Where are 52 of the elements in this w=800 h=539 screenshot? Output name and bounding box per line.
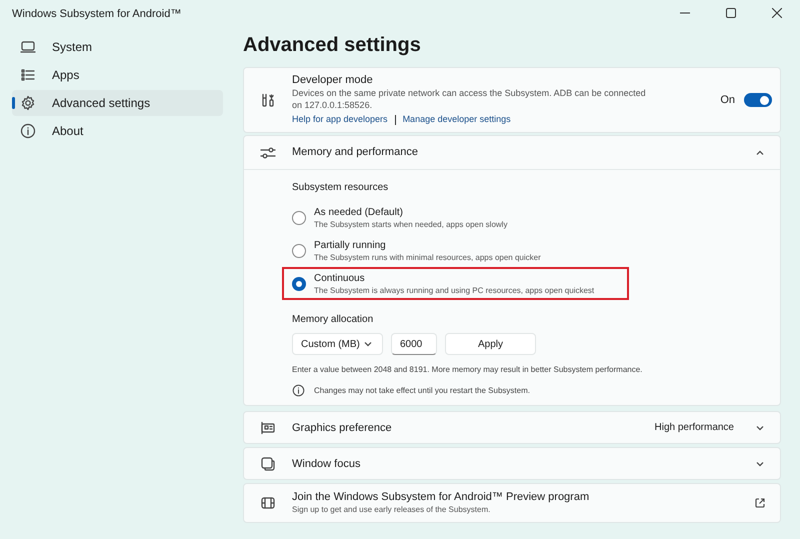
note-text: Changes may not take effect until you restart the Subsystem. [314,384,530,396]
row-title: Window focus [292,456,360,470]
section-label: Subsystem resources [292,181,390,195]
info-icon [292,384,305,397]
page-title: Advanced settings [243,33,422,58]
row-title: Graphics preference [292,420,392,434]
selection-indicator [12,97,15,109]
sidebar-item[interactable]: System [12,34,223,60]
stacked-windows-icon [260,456,276,472]
toggle-label: On [720,92,735,108]
row-title: Join the Windows Subsystem for Android™ Preview program [292,490,590,504]
laptop-icon [20,39,36,55]
radio-button[interactable] [292,244,306,258]
film-icon [260,495,276,511]
option-description: The Subsystem is always running and using PC resources, apps open quickest [314,284,594,296]
input-field[interactable]: 6000 [391,333,437,355]
external-link-icon[interactable] [754,497,766,509]
info-icon [20,123,36,139]
card-description: Devices on the same private network can access the Subsystem. ADB can be connected on 127.0.0.1:58526. [292,87,647,112]
link[interactable]: Help for app developers [292,113,388,127]
dropdown[interactable]: Custom (MB) [292,333,383,355]
option-label: Partially running [314,238,387,252]
radio-button[interactable] [292,210,306,224]
expander-header[interactable]: Memory and performance [244,136,780,170]
radio-button[interactable] [292,276,306,290]
graphics-card-icon [260,420,276,436]
hint-text: Enter a value between 2048 and 8191. More memory may result in better Subsystem performance. [292,364,644,376]
close-icon [772,8,782,18]
row-value: High performance [654,421,734,435]
link[interactable]: Manage developer settings [402,113,511,127]
settings-icon [20,95,36,111]
option-label: As needed (Default) [314,206,404,218]
settings-row[interactable]: Window focus [243,447,781,480]
tools-icon [260,92,276,108]
section-label: Memory allocation [292,313,374,327]
row-description: Sign up to get and use early releases of the Subsystem. [292,504,492,516]
settings-row[interactable]: Join the Windows Subsystem for Android™ Preview program Sign up to get and use early releases of the Subsystem. [243,483,781,523]
list-icon [20,67,36,83]
option-label: Continuous [314,272,366,284]
toggle-switch[interactable] [744,93,772,107]
apply-button[interactable]: Apply [445,333,536,355]
link-separator [394,115,396,125]
sidebar-item[interactable]: About [12,118,223,144]
sidebar-item[interactable]: Advanced settings [12,90,223,116]
option-description: The Subsystem starts when needed, apps open slowly [314,218,508,230]
settings-row[interactable]: Graphics preference High performance [243,411,781,444]
sliders-icon [260,144,276,160]
window-title: Windows Subsystem for Android™ [11,6,182,22]
sidebar-item[interactable]: Apps [12,62,223,88]
card-title: Developer mode [292,73,374,88]
maximize-icon [726,8,736,18]
option-description: The Subsystem runs with minimal resources, apps open quicker [314,252,541,262]
